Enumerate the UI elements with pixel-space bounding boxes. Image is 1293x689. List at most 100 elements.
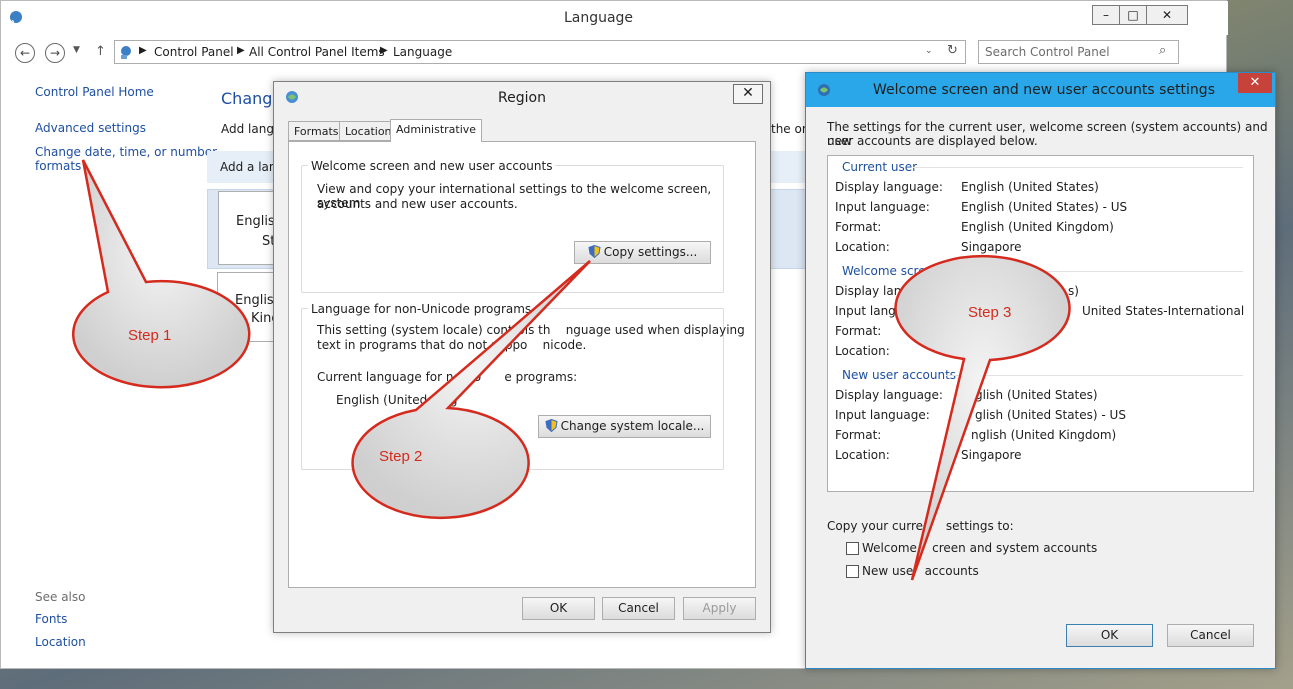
minimize-button[interactable]: – bbox=[1092, 5, 1120, 25]
close-button[interactable]: ✕ bbox=[1146, 5, 1188, 25]
region-dialog: Region ✕ Formats Location Administrative… bbox=[273, 81, 771, 633]
row-label: Input languag bbox=[835, 304, 919, 318]
non-unicode-group-title: Language for non-Unicode programs bbox=[308, 302, 535, 316]
welcome-intro-line2: user accounts are displayed below. bbox=[827, 134, 1038, 148]
sidebar-change-date-formats-line2[interactable]: formats bbox=[35, 159, 81, 173]
language-list-item[interactable]: English King bbox=[217, 272, 282, 342]
new-user-accounts-checkbox[interactable] bbox=[846, 565, 859, 578]
see-also-fonts-link[interactable]: Fonts bbox=[35, 612, 67, 626]
row-label: Format: bbox=[835, 324, 882, 338]
copy-to-label: Copy your curren settings to: bbox=[827, 519, 1014, 533]
region-dialog-title: Region bbox=[498, 90, 546, 106]
section-welcome-screen: Welcome screen bbox=[842, 264, 941, 278]
globe-icon bbox=[816, 82, 832, 101]
welcome-title-bar[interactable]: Welcome screen and new user accounts set… bbox=[806, 73, 1275, 107]
welcome-dialog-title: Welcome screen and new user accounts set… bbox=[873, 82, 1215, 98]
control-panel-icon bbox=[118, 44, 134, 63]
sidebar-control-panel-home[interactable]: Control Panel Home bbox=[35, 85, 154, 99]
welcome-cancel-button[interactable]: Cancel bbox=[1167, 624, 1254, 647]
up-arrow-icon[interactable]: ↑ bbox=[95, 44, 106, 59]
row-value: Singapore bbox=[961, 240, 1022, 254]
step2-label: Step 2 bbox=[379, 448, 423, 465]
row-label: Input language: bbox=[835, 408, 930, 422]
copy-settings-button[interactable]: Copy settings... bbox=[574, 241, 711, 264]
non-unicode-description-line2: text in programs that do not suppo nicod… bbox=[317, 338, 587, 352]
window-title: Language bbox=[563, 10, 634, 26]
title-bar[interactable]: A Language – □ ✕ bbox=[1, 1, 1228, 35]
breadcrumb-language[interactable]: Language bbox=[393, 45, 452, 59]
administrative-tab-panel: Welcome screen and new user accounts Vie… bbox=[288, 141, 756, 588]
breadcrumb-separator-icon: ▶ bbox=[139, 45, 147, 56]
region-cancel-button[interactable]: Cancel bbox=[602, 597, 675, 620]
region-apply-button[interactable]: Apply bbox=[683, 597, 756, 620]
welcome-ok-button[interactable]: OK bbox=[1066, 624, 1153, 647]
language-item-tile: English Sta bbox=[218, 191, 283, 265]
refresh-icon[interactable]: ↻ bbox=[947, 43, 958, 58]
recent-dropdown-icon[interactable]: ▼ bbox=[73, 45, 80, 55]
row-value: Singapore bbox=[961, 448, 1022, 462]
copy-settings-label: Copy settings... bbox=[603, 245, 698, 259]
welcome-screen-checkbox[interactable] bbox=[846, 542, 859, 555]
welcome-close-button[interactable]: ✕ bbox=[1238, 73, 1272, 93]
row-label: Location: bbox=[835, 240, 890, 254]
breadcrumb-separator-icon: ▶ bbox=[237, 45, 245, 56]
current-locale-label: Current language for non-U e programs: bbox=[317, 370, 578, 384]
address-bar[interactable]: ▶ Control Panel ▶ All Control Panel Item… bbox=[114, 40, 966, 64]
description-continuation: the on bbox=[771, 122, 810, 136]
section-new-user-accounts: New user accounts bbox=[842, 368, 957, 382]
row-value: glish (United States) bbox=[975, 388, 1098, 402]
row-value: English (United Kingdom) bbox=[961, 220, 1114, 234]
search-icon[interactable]: ⌕ bbox=[1159, 43, 1166, 58]
welcome-screen-group-title: Welcome screen and new user accounts bbox=[308, 159, 556, 173]
region-title-bar[interactable]: Region ✕ bbox=[274, 82, 770, 112]
settings-summary-box: Current user Display language: English (… bbox=[827, 155, 1254, 492]
region-ok-button[interactable]: OK bbox=[522, 597, 595, 620]
row-value: English (United States) - US bbox=[961, 200, 1128, 214]
tab-location[interactable]: Location bbox=[339, 121, 398, 141]
row-label: Display language: bbox=[835, 388, 943, 402]
sidebar-change-date-formats[interactable]: Change date, time, or number bbox=[35, 145, 217, 159]
welcome-description-line2: accounts and new user accounts. bbox=[317, 197, 518, 211]
see-also-location-link[interactable]: Location bbox=[35, 635, 86, 649]
change-system-locale-button[interactable]: Change system locale... bbox=[538, 415, 711, 438]
row-value: nglish (United Kingdom) bbox=[971, 428, 1117, 442]
see-also-label: See also bbox=[35, 590, 86, 604]
row-label: Location: bbox=[835, 344, 890, 358]
row-value: glish (United States) - US bbox=[975, 408, 1126, 422]
step3-label: Step 3 bbox=[968, 304, 1012, 321]
welcome-screen-checkbox-label[interactable]: Welcome creen and system accounts bbox=[862, 541, 1097, 555]
address-dropdown-icon[interactable]: ⌄ bbox=[925, 46, 933, 56]
breadcrumb-control-panel[interactable]: Control Panel bbox=[154, 45, 234, 59]
row-label: Location: bbox=[835, 448, 890, 462]
row-label: Display language: bbox=[835, 180, 943, 194]
uac-shield-icon bbox=[588, 245, 601, 258]
sidebar-advanced-settings[interactable]: Advanced settings bbox=[35, 121, 146, 135]
new-user-accounts-checkbox-label[interactable]: New use accounts bbox=[862, 564, 979, 578]
row-value: English (United States) bbox=[961, 180, 1099, 194]
section-divider bbox=[946, 375, 1243, 376]
maximize-button[interactable]: □ bbox=[1119, 5, 1147, 25]
change-system-locale-label: Change system locale... bbox=[560, 419, 705, 433]
step1-label: Step 1 bbox=[128, 327, 172, 344]
row-label: Display langua bbox=[835, 284, 924, 298]
region-close-button[interactable]: ✕ bbox=[733, 84, 763, 104]
section-current-user: Current user bbox=[842, 160, 918, 174]
row-label: Format: bbox=[835, 220, 882, 234]
tab-formats[interactable]: Formats bbox=[288, 121, 345, 141]
uac-shield-icon bbox=[545, 419, 558, 432]
breadcrumb-separator-icon: ▶ bbox=[380, 45, 388, 56]
search-placeholder: Search Control Panel bbox=[985, 45, 1110, 59]
tab-administrative[interactable]: Administrative bbox=[390, 119, 483, 142]
breadcrumb-all-items[interactable]: All Control Panel Items bbox=[249, 45, 385, 59]
section-divider bbox=[931, 271, 1243, 272]
forward-arrow-icon[interactable]: → bbox=[45, 43, 65, 63]
current-locale-value: English (United King bbox=[336, 393, 458, 407]
section-divider bbox=[913, 167, 1243, 168]
row-value: s) bbox=[1068, 284, 1079, 298]
row-value: United States-International bbox=[1082, 304, 1245, 318]
search-input[interactable]: Search Control Panel ⌕ bbox=[978, 40, 1179, 64]
back-arrow-icon[interactable]: ← bbox=[15, 43, 35, 63]
row-label: Format: bbox=[835, 428, 882, 442]
non-unicode-description-line1: This setting (system locale) controls th… bbox=[317, 323, 745, 337]
welcome-settings-dialog: Welcome screen and new user accounts set… bbox=[805, 72, 1276, 669]
